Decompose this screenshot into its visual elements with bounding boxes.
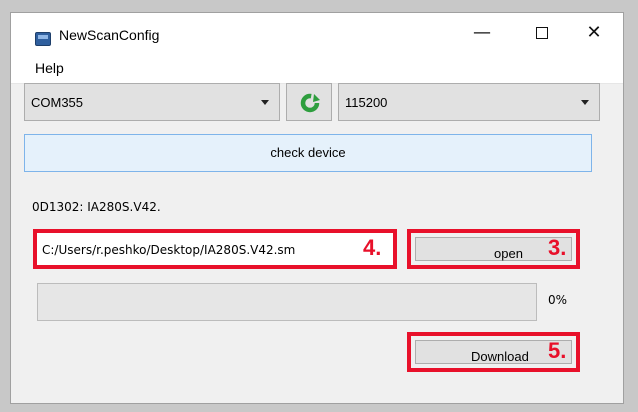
open-button-label: open [494, 246, 523, 261]
port-select-value: COM355 [31, 95, 84, 110]
close-button[interactable]: ✕ [571, 13, 617, 55]
port-select[interactable]: COM355 [24, 83, 280, 121]
step-5-annotation: 5. [548, 338, 567, 363]
download-progress-bar [37, 283, 537, 321]
refresh-ports-button[interactable] [286, 83, 332, 121]
file-path-value: C:/Users/r.peshko/Desktop/IA280S.V42.sm [42, 243, 296, 257]
step-3-annotation: 3. [548, 235, 567, 260]
download-button-label: Download [471, 349, 529, 364]
title-bar: NewScanConfig — ✕ [11, 13, 623, 55]
chevron-down-icon [581, 100, 589, 105]
refresh-icon [300, 93, 320, 113]
maximize-icon [536, 27, 548, 39]
minimize-button[interactable]: — [459, 13, 505, 55]
progress-percent: 0% [548, 293, 568, 307]
check-device-button[interactable]: check device [24, 134, 592, 172]
window-title: NewScanConfig [59, 27, 160, 43]
baud-rate-select[interactable]: 115200 [338, 83, 600, 121]
file-path-field[interactable]: C:/Users/r.peshko/Desktop/IA280S.V42.sm [33, 229, 397, 269]
baud-rate-select-value: 115200 [345, 95, 388, 110]
chevron-down-icon [261, 100, 269, 105]
menu-item-help[interactable]: Help [35, 60, 64, 76]
maximize-button[interactable] [519, 13, 565, 55]
device-info-text: 0D1302: IA280S.V42. [32, 200, 161, 214]
step-4-annotation: 4. [363, 235, 382, 260]
app-window-icon [35, 32, 51, 46]
menu-bar: Help [11, 55, 623, 84]
